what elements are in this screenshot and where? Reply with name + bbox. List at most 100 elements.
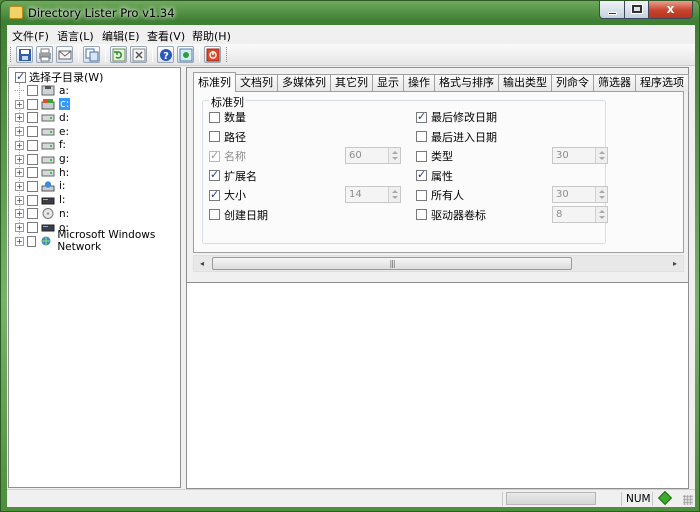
column-option-checkbox[interactable] [209,149,220,162]
tree-item[interactable]: + f: [15,139,66,152]
tab-program-options[interactable]: 程序选项 [636,74,689,92]
column-option[interactable]: 最后修改日期 [416,110,497,124]
column-option[interactable]: 创建日期 [209,208,268,222]
save-button[interactable] [16,46,33,63]
column-option-checkbox[interactable] [209,111,220,123]
tree-item-checkbox[interactable] [27,180,38,192]
tree-item-checkbox[interactable] [26,235,37,247]
expand-icon[interactable]: + [15,113,24,123]
tab-format-sort[interactable]: 格式与排序 [435,74,499,92]
column-option-checkbox[interactable] [416,131,427,142]
column-option[interactable]: 驱动器卷标 [416,208,486,222]
expand-icon[interactable]: + [15,181,24,191]
tree-item[interactable]: + c: [15,98,71,111]
column-option-checkbox[interactable] [416,189,427,201]
tree-item-checkbox[interactable] [27,167,38,179]
tab-operations[interactable]: 操作 [404,74,435,92]
tree-item[interactable]: + d: [15,111,69,124]
expand-icon[interactable]: + [15,223,24,232]
column-option[interactable]: 大小 [209,188,246,202]
column-option[interactable]: 属性 [416,168,453,183]
menu-language[interactable]: 语言(L) [57,28,94,44]
scroll-left-arrow[interactable]: ◂ [194,256,210,271]
column-option-checkbox[interactable] [416,209,427,220]
copy-button[interactable] [83,46,100,63]
spinner-arrows-icon[interactable] [388,187,400,202]
expand-icon[interactable]: + [15,168,24,178]
tab-output-type[interactable]: 输出类型 [499,74,552,92]
menu-file[interactable]: 文件(F) [12,28,49,44]
column-option-checkbox[interactable] [416,168,427,181]
menu-view[interactable]: 查看(V) [147,28,185,44]
tree-item-checkbox[interactable] [27,98,38,110]
tree-item[interactable]: + g: [15,153,69,166]
spinner-arrows-icon[interactable] [388,148,400,163]
email-button[interactable] [56,46,73,63]
maximize-button[interactable] [625,1,649,19]
tab-document-columns[interactable]: 文档列 [236,74,278,92]
toolbar-grip[interactable] [226,47,228,62]
tree-item[interactable]: + h: [15,166,69,179]
stop-button[interactable] [130,46,147,63]
print-button[interactable] [36,46,53,63]
column-option[interactable]: 类型 [416,149,453,163]
menu-help[interactable]: 帮助(H) [192,28,231,44]
tree-item[interactable]: + n: [15,207,69,220]
tab-other-columns[interactable]: 其它列 [331,74,373,92]
column-width-spinner[interactable]: 30 [552,147,608,164]
tree-item-checkbox[interactable] [27,153,38,165]
exit-button[interactable] [204,46,221,63]
expand-icon[interactable]: + [15,195,24,205]
tree-item-checkbox[interactable] [27,85,38,96]
tab-standard-columns[interactable]: 标准列 [193,72,236,92]
toolbar-grip[interactable] [10,47,12,62]
directory-tree[interactable]: 选择子目录(W) a:+c:+d:+e:+f:+g:+h:+i:+l:+n:+o… [8,67,181,488]
tree-item[interactable]: + l: [15,194,65,207]
column-option-checkbox[interactable] [209,209,220,220]
minimize-button[interactable] [599,1,625,19]
column-option-checkbox[interactable] [416,110,427,123]
select-subdirectories-checkbox[interactable] [15,70,26,83]
column-width-spinner[interactable]: 60 [345,147,401,164]
column-option-checkbox[interactable] [209,188,220,201]
tab-multimedia-columns[interactable]: 多媒体列 [278,74,331,92]
tree-item[interactable]: + e: [15,125,69,138]
expand-icon[interactable]: + [15,154,24,164]
expand-icon[interactable]: + [15,209,24,219]
column-option-checkbox[interactable] [416,150,427,162]
column-option-checkbox[interactable] [209,168,220,181]
tree-item[interactable]: a: [15,84,69,97]
title-bar[interactable]: Directory Lister Pro v1.34 x [1,1,699,25]
refresh-button[interactable] [110,46,127,63]
column-option[interactable]: 路径 [209,130,246,144]
column-width-spinner[interactable]: 14 [345,186,401,203]
expand-icon[interactable]: + [15,127,24,137]
horizontal-scrollbar[interactable]: ◂ ||| ▸ [193,255,684,272]
tree-item-checkbox[interactable] [27,139,38,151]
spinner-arrows-icon[interactable] [595,187,607,202]
spinner-arrows-icon[interactable] [595,206,607,222]
tree-item-checkbox[interactable] [27,194,38,206]
expand-icon[interactable]: + [15,99,24,109]
tab-filters[interactable]: 筛选器 [594,74,636,92]
tree-item[interactable]: + i: [15,180,65,193]
spinner-arrows-icon[interactable] [595,148,607,163]
output-preview-area[interactable] [186,282,689,489]
tree-item-checkbox[interactable] [27,222,38,233]
tab-column-commands[interactable]: 列命令 [552,74,594,92]
scroll-thumb[interactable]: ||| [212,257,572,270]
column-width-spinner[interactable]: 8 [552,205,608,223]
column-option[interactable]: 名称 [209,149,246,163]
column-width-spinner[interactable]: 30 [552,186,608,203]
select-subdirectories[interactable]: 选择子目录(W) [15,70,103,84]
tree-item-checkbox[interactable] [27,208,38,220]
column-option[interactable]: 数量 [209,110,246,124]
info-button[interactable] [177,46,194,63]
tree-item[interactable]: + Microsoft Windows Network [15,229,180,253]
expand-icon[interactable]: + [15,236,24,246]
column-option-checkbox[interactable] [209,131,220,142]
menu-edit[interactable]: 编辑(E) [102,28,140,44]
help-button[interactable]: ? [157,46,174,63]
tree-item-checkbox[interactable] [27,126,38,138]
column-option[interactable]: 所有人 [416,188,464,202]
